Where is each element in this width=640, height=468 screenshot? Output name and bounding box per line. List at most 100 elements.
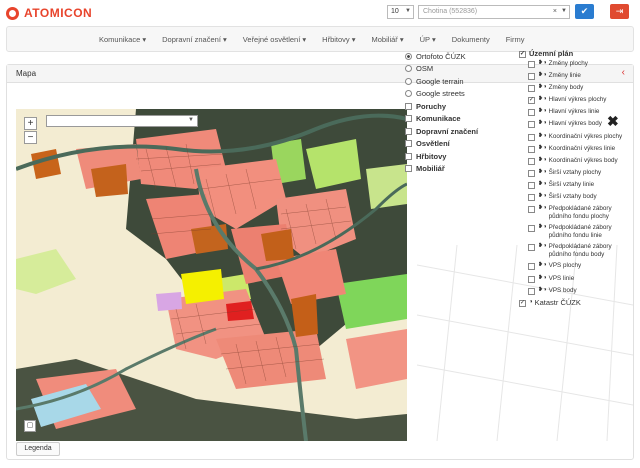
plan-layer-label: Širší vztahy plochy	[548, 168, 602, 176]
brand-name: ATOMICON	[24, 6, 93, 20]
brand-logo[interactable]: ATOMICON	[6, 6, 92, 20]
overlay-layer-poruchy[interactable]: Poruchy	[405, 100, 515, 113]
atomicon-logo-icon	[6, 6, 19, 20]
checkbox-icon	[528, 61, 535, 68]
plan-layer-toggle[interactable]: ❥◑ Hlavní výkres linie	[519, 108, 627, 117]
checkbox-icon	[528, 145, 535, 153]
legend-button[interactable]: Legenda	[16, 442, 60, 456]
checkbox-icon	[528, 169, 535, 177]
base-layer-ortofoto[interactable]: Ortofoto ČÚZK	[405, 50, 515, 63]
checkbox-icon	[528, 85, 535, 93]
plan-layer-label: Změny linie	[548, 72, 581, 80]
overlay-layer-komunikace[interactable]: Komunikace	[405, 113, 515, 126]
layer-style-icon: ❥◑	[538, 180, 547, 187]
plan-layer-toggle[interactable]: ❥◑ Koordinační výkres linie	[519, 145, 627, 153]
overlay-layer-dopravni-znaceni[interactable]: Dopravní značení	[405, 125, 515, 138]
base-layer-google-streets[interactable]: Google streets	[405, 88, 515, 101]
katastr-layer-toggle[interactable]: ✓ ◑ Katastr ČÚZK	[519, 299, 627, 307]
nav-item-up[interactable]: ÚP ▾	[420, 35, 436, 44]
layer-style-icon: ❥◑	[538, 72, 547, 79]
nav-item-komunikace[interactable]: Komunikace ▾	[99, 35, 146, 44]
layer-style-icon: ❥◑	[538, 144, 547, 151]
plan-layer-toggle[interactable]: ❥◑ VPS plochy	[519, 262, 627, 271]
plan-layer-toggle[interactable]: ❥◑ Předpokládané zábory půdního fondu bod…	[519, 243, 627, 258]
checkbox-icon	[528, 287, 535, 295]
layer-label: Hřbitovy	[416, 151, 447, 161]
checkbox-icon	[528, 275, 535, 283]
nav-item-verejne-osvetleni[interactable]: Veřejné osvětlení ▾	[243, 35, 306, 44]
logout-icon: ⇥	[615, 6, 624, 16]
plan-layer-toggle[interactable]: ❥◑ Hlavní výkres body	[519, 120, 627, 129]
plan-layer-label: VPS plochy	[548, 262, 582, 270]
layer-style-icon: ❥◑	[538, 60, 547, 66]
layer-style-icon: ❥◑	[538, 120, 547, 127]
checkbox-icon	[405, 152, 412, 160]
zoom-out-button[interactable]: −	[24, 131, 37, 144]
overlay-layer-hrbitovy[interactable]: Hřbitovy	[405, 150, 515, 163]
layer-label: Osvětlení	[416, 139, 450, 149]
checkbox-icon	[528, 194, 535, 202]
plan-layer-toggle[interactable]: ❥◑ Koordinační výkres plochy	[519, 133, 627, 141]
panel-title: Mapa	[16, 69, 37, 78]
layer-style-icon: ❥◑	[538, 243, 547, 250]
uzemni-plan-toggle[interactable]: ✓ Územní plán	[519, 50, 627, 58]
map-search-select[interactable]: ▼	[46, 115, 198, 127]
nav-item-firmy[interactable]: Firmy	[506, 35, 525, 44]
checkbox-icon	[528, 225, 535, 233]
plan-layer-label: Předpokládané zábory půdního fondu body	[548, 243, 612, 258]
nav-item-hrbitovy[interactable]: Hřbitovy ▾	[322, 35, 355, 44]
layer-label: Ortofoto ČÚZK	[416, 51, 466, 61]
plan-layer-label: Širší vztahy linie	[548, 180, 595, 188]
plan-layer-label: Předpokládané zábory půdního fondu ploch…	[548, 205, 612, 220]
katastr-label: Katastr ČÚZK	[534, 297, 581, 307]
plan-layer-toggle[interactable]: ❥◑ Změny plochy	[519, 60, 627, 68]
overlay-layer-osvetleni[interactable]: Osvětlení	[405, 138, 515, 151]
confirm-button[interactable]: ✔	[575, 4, 594, 19]
object-select[interactable]: Chotina (552836) × ▼	[418, 5, 570, 19]
plan-layer-toggle[interactable]: ❥◑ Předpokládané zábory půdního fondu plo…	[519, 205, 627, 220]
checkbox-icon	[405, 127, 412, 135]
checkbox-icon	[528, 157, 535, 165]
uzemni-plan-tree: ✓ Územní plán ❥◑ Změny plochy ❥◑ Změny lini…	[519, 50, 627, 307]
plan-layer-toggle[interactable]: ❥◑ VPS body	[519, 287, 627, 295]
layer-label: Google terrain	[416, 76, 464, 86]
layer-list: Ortofoto ČÚZK OSM Google terrain Google …	[405, 50, 515, 175]
plan-layer-toggle[interactable]: ❥◑ Koordinační výkres body	[519, 157, 627, 165]
check-icon: ✔	[580, 6, 589, 16]
base-layer-osm[interactable]: OSM	[405, 63, 515, 76]
layer-style-icon: ❥◑	[538, 84, 547, 91]
plan-layer-toggle[interactable]: ❥◑ Širší vztahy body	[519, 193, 627, 202]
plan-layer-toggle[interactable]: ❥◑ Změny linie	[519, 72, 627, 81]
base-layer-google-terrain[interactable]: Google terrain	[405, 75, 515, 88]
zoom-in-button[interactable]: +	[24, 117, 37, 130]
plan-layer-label: Změny body	[548, 84, 584, 92]
plan-layer-toggle[interactable]: ❥◑ Předpokládané zábory půdního fondu lin…	[519, 224, 627, 239]
nav-item-dokumenty[interactable]: Dokumenty	[452, 35, 490, 44]
layer-label: Mobiliář	[416, 164, 445, 174]
logout-button[interactable]: ⇥	[610, 4, 629, 19]
overlay-layer-mobiliar[interactable]: Mobiliář	[405, 163, 515, 176]
layer-style-icon: ❥◑	[538, 205, 547, 212]
checkbox-icon	[528, 181, 535, 189]
plan-layer-label: Předpokládané zábory půdního fondu linie	[548, 224, 612, 239]
nav-item-mobiliar[interactable]: Mobiliář ▾	[372, 35, 404, 44]
page-size-select[interactable]: 10 ▼	[387, 5, 414, 19]
layer-style-icon: ❥◑	[538, 96, 547, 103]
nav-item-dopravni-znaceni[interactable]: Dopravní značení ▾	[162, 35, 227, 44]
plan-layer-toggle[interactable]: ❥◑ Širší vztahy linie	[519, 181, 627, 189]
layer-style-icon: ❥◑	[538, 262, 547, 269]
layer-style-icon: ❥◑	[538, 286, 547, 293]
fullscreen-icon[interactable]: ▢	[24, 420, 36, 432]
plan-layer-label: Hlavní výkres plochy	[548, 96, 607, 104]
plan-layer-toggle[interactable]: ❥◑ Širší vztahy plochy	[519, 169, 627, 177]
map-canvas[interactable]: + − ▼ ▢	[16, 109, 407, 441]
clear-icon[interactable]: ×	[553, 8, 557, 15]
layer-style-icon: ❥◑	[538, 168, 547, 175]
chevron-down-icon: ▼	[405, 8, 411, 14]
layer-style-icon: ❥◑	[538, 224, 547, 231]
plan-layer-toggle[interactable]: ✓ ❥◑ Hlavní výkres plochy	[519, 96, 627, 105]
plan-layer-toggle[interactable]: ❥◑ Změny body	[519, 84, 627, 93]
plan-layer-label: Hlavní výkres body	[548, 120, 602, 128]
plan-layer-label: Širší vztahy body	[548, 193, 597, 201]
plan-layer-toggle[interactable]: ❥◑ VPS linie	[519, 275, 627, 283]
